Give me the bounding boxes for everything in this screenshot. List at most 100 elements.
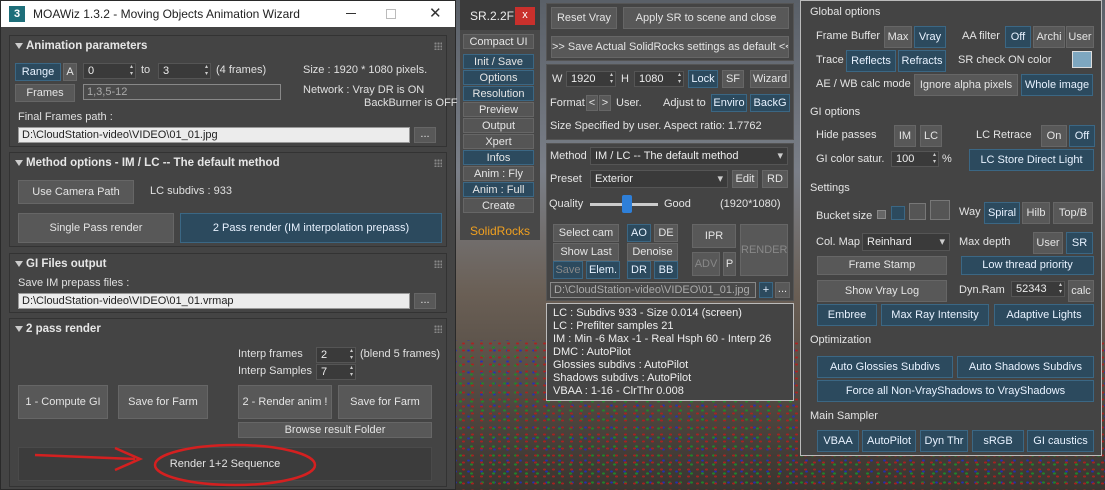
method-dropdown[interactable]: IM / LC -- The default method — [590, 147, 788, 165]
frames-button[interactable]: Frames — [15, 84, 75, 102]
render-anim-button[interactable]: 2 - Render anim ! — [238, 385, 332, 419]
use-camera-path-button[interactable]: Use Camera Path — [18, 180, 134, 204]
apply-sr-button[interactable]: Apply SR to scene and close — [623, 7, 789, 29]
way-topb-button[interactable]: Top/B — [1053, 202, 1093, 224]
max-depth-user-button[interactable]: User — [1033, 232, 1063, 254]
dr-button[interactable]: DR — [627, 261, 651, 279]
reflects-button[interactable]: Reflects — [846, 50, 896, 72]
sr-check-color-swatch[interactable] — [1072, 51, 1092, 68]
aa-archi-button[interactable]: Archi — [1033, 26, 1065, 48]
show-last-button[interactable]: Show Last — [553, 243, 619, 261]
gi-color-satur-spinner[interactable]: 100 — [891, 151, 939, 167]
srgb-button[interactable]: sRGB — [972, 430, 1024, 452]
whole-image-button[interactable]: Whole image — [1021, 74, 1093, 96]
ao-button[interactable]: AO — [627, 224, 651, 242]
compute-gi-button[interactable]: 1 - Compute GI — [18, 385, 108, 419]
range-button[interactable]: Range — [15, 63, 61, 81]
bucket-size-m[interactable] — [909, 203, 926, 220]
p-button[interactable]: P — [723, 252, 736, 276]
sf-button[interactable]: SF — [722, 70, 744, 88]
frames-input[interactable]: 1,3,5-12 — [83, 84, 281, 100]
autopilot-button[interactable]: AutoPilot — [862, 430, 916, 452]
a-button[interactable]: A — [63, 63, 77, 81]
browse-result-folder-button[interactable]: Browse result Folder — [238, 422, 432, 438]
max-ray-intensity-button[interactable]: Max Ray Intensity — [881, 304, 989, 326]
section-header[interactable]: Animation parameters — [10, 36, 446, 56]
hide-lc-button[interactable]: LC — [920, 125, 942, 147]
anim-full-button[interactable]: Anim : Full — [463, 182, 534, 197]
xpert-button[interactable]: Xpert — [463, 134, 534, 149]
way-spiral-button[interactable]: Spiral — [984, 202, 1020, 224]
interp-samples-spinner[interactable]: 7 — [316, 364, 356, 380]
embree-button[interactable]: Embree — [817, 304, 877, 326]
hide-im-button[interactable]: IM — [894, 125, 916, 147]
section-header[interactable]: GI Files output — [10, 254, 446, 274]
reset-vray-button[interactable]: Reset Vray — [551, 7, 617, 29]
frame-stamp-button[interactable]: Frame Stamp — [817, 256, 947, 275]
show-vray-log-button[interactable]: Show Vray Log — [817, 280, 947, 302]
resolution-button[interactable]: Resolution — [463, 86, 534, 101]
im-prepass-path-input[interactable]: D:\CloudStation-video\VIDEO\01_01.vrmap — [18, 293, 410, 309]
dyn-ram-spinner[interactable]: 52343 — [1011, 281, 1065, 297]
wizard-button[interactable]: Wizard — [750, 70, 790, 88]
range-from-spinner[interactable]: 0 — [83, 63, 136, 79]
dyn-thr-button[interactable]: Dyn Thr — [920, 430, 968, 452]
save-actual-settings-button[interactable]: >> Save Actual SolidRocks settings as de… — [551, 36, 789, 58]
ignore-alpha-button[interactable]: Ignore alpha pixels — [914, 74, 1018, 96]
sr-close-icon[interactable]: x — [515, 7, 535, 25]
de-button[interactable]: DE — [654, 224, 678, 242]
rd-button[interactable]: RD — [762, 170, 788, 188]
height-spinner[interactable]: 1080 — [634, 71, 684, 87]
fb-max-button[interactable]: Max — [884, 26, 912, 48]
edit-button[interactable]: Edit — [732, 170, 758, 188]
select-cam-button[interactable]: Select cam — [553, 224, 619, 242]
path-browse-button[interactable]: ... — [775, 282, 790, 298]
auto-glossies-subdivs-button[interactable]: Auto Glossies Subdivs — [817, 356, 953, 378]
bucket-size-xs[interactable] — [877, 210, 886, 219]
close-icon[interactable]: ✕ — [429, 1, 442, 27]
options-button[interactable]: Options — [463, 70, 534, 85]
adv-button[interactable]: ADV — [692, 252, 720, 276]
lc-retrace-on-button[interactable]: On — [1041, 125, 1067, 147]
ipr-button[interactable]: IPR — [692, 224, 736, 248]
save-button[interactable]: Save — [553, 261, 583, 279]
aa-off-button[interactable]: Off — [1005, 26, 1031, 48]
elem-button[interactable]: Elem. — [586, 261, 620, 279]
render-button[interactable]: RENDER — [740, 224, 788, 276]
browse-im-path-button[interactable]: ... — [414, 293, 436, 309]
output-path-field[interactable]: D:\CloudStation-video\VIDEO\01_01.jpg — [550, 282, 756, 298]
backg-button[interactable]: BackG — [750, 94, 790, 112]
save-for-farm-button-1[interactable]: Save for Farm — [118, 385, 208, 419]
lc-retrace-off-button[interactable]: Off — [1069, 125, 1095, 147]
output-button[interactable]: Output — [463, 118, 534, 133]
format-next-button[interactable]: > — [599, 95, 611, 111]
maximize-icon[interactable] — [386, 9, 396, 19]
width-spinner[interactable]: 1920 — [566, 71, 616, 87]
dyn-ram-calc-button[interactable]: calc — [1068, 280, 1094, 302]
two-pass-render-button[interactable]: 2 Pass render (IM interpolation prepass) — [180, 213, 442, 243]
bucket-size-l[interactable] — [930, 200, 950, 220]
quality-slider-thumb[interactable] — [622, 195, 633, 213]
denoise-button[interactable]: Denoise — [627, 243, 678, 261]
col-map-dropdown[interactable]: Reinhard — [862, 233, 950, 251]
fb-vray-button[interactable]: Vray — [914, 26, 946, 48]
aa-user-button[interactable]: User — [1066, 26, 1094, 48]
low-thread-priority-button[interactable]: Low thread priority — [961, 256, 1094, 275]
lock-button[interactable]: Lock — [688, 70, 718, 88]
enviro-button[interactable]: Enviro — [711, 94, 747, 112]
minimize-icon[interactable] — [346, 13, 356, 14]
browse-final-path-button[interactable]: ... — [414, 127, 436, 143]
max-depth-sr-button[interactable]: SR — [1066, 232, 1093, 254]
save-for-farm-button-2[interactable]: Save for Farm — [338, 385, 432, 419]
section-header[interactable]: 2 pass render — [10, 319, 446, 339]
compact-ui-button[interactable]: Compact UI — [463, 34, 534, 49]
force-vrayshadows-button[interactable]: Force all Non-VrayShadows to VrayShadows — [817, 380, 1094, 402]
way-hilb-button[interactable]: Hilb — [1022, 202, 1050, 224]
infos-button[interactable]: Infos — [463, 150, 534, 165]
refracts-button[interactable]: Refracts — [898, 50, 946, 72]
interp-frames-spinner[interactable]: 2 — [316, 347, 356, 363]
section-header[interactable]: Method options - IM / LC -- The default … — [10, 153, 446, 173]
range-to-spinner[interactable]: 3 — [158, 63, 211, 79]
preview-button[interactable]: Preview — [463, 102, 534, 117]
anim-fly-button[interactable]: Anim : Fly — [463, 166, 534, 181]
